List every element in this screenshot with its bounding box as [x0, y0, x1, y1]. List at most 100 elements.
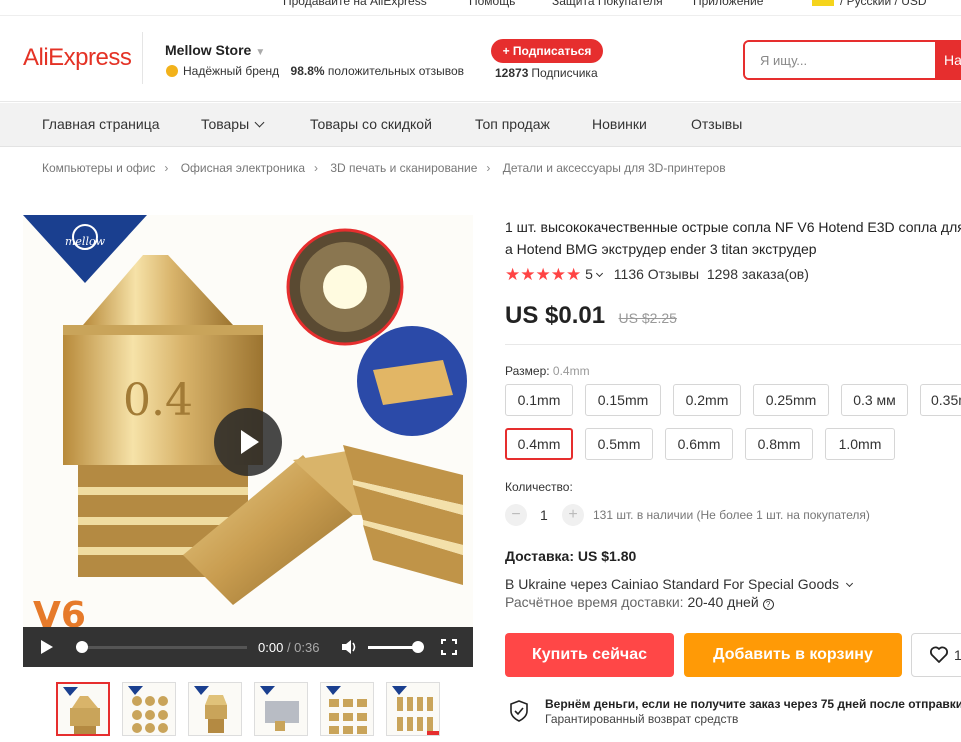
rating-stars-icon: ★★★★★	[505, 265, 582, 284]
wishlist-button[interactable]: 1	[911, 633, 961, 677]
nav-products[interactable]: Товары	[201, 116, 265, 132]
size-label: Размер: 0.4mm	[505, 364, 590, 378]
quantity-label: Количество:	[505, 480, 573, 494]
thumbnail[interactable]	[188, 682, 242, 736]
reviews-count[interactable]: 1136 Отзывы	[614, 266, 699, 282]
guarantee-subtitle: Гарантированный возврат средств	[545, 712, 739, 726]
video-controls: 0:00 / 0:36	[23, 627, 473, 667]
mellow-logo: mellow	[23, 215, 147, 283]
breadcrumb-item[interactable]: Компьютеры и офис	[42, 161, 155, 175]
delivery-estimate: Расчётное время доставки: 20-40 дней?	[505, 594, 774, 610]
quantity-value[interactable]: 1	[540, 507, 548, 523]
positive-feedback-percent: 98.8%	[290, 64, 325, 78]
divider	[505, 344, 961, 345]
product-rating: ★★★★★ 5 1136 Отзывы 1298 заказа(ов)	[505, 265, 809, 285]
size-option[interactable]: 0.25mm	[753, 384, 829, 416]
positive-feedback-label: положительных отзывов	[327, 64, 465, 78]
divider	[142, 32, 143, 84]
price-block: US $0.01 US $2.25	[505, 302, 677, 330]
chevron-down-icon[interactable]	[595, 269, 603, 278]
size-option[interactable]: 0.6mm	[665, 428, 733, 460]
breadcrumb-item[interactable]: 3D печать и сканирование	[330, 161, 477, 175]
add-to-cart-button[interactable]: Добавить в корзину	[684, 633, 902, 677]
nav-sale[interactable]: Товары со скидкой	[310, 116, 432, 132]
buyer-protection-link[interactable]: Защита Покупателя	[552, 0, 663, 8]
nav-home[interactable]: Главная страница	[42, 116, 160, 132]
store-name[interactable]: Mellow Store ▼	[165, 42, 265, 58]
help-link[interactable]: Помощь	[469, 0, 515, 8]
volume-fill	[368, 646, 418, 649]
search-box: На	[743, 40, 961, 80]
guarantee-title: Вернём деньги, если не получите заказ че…	[545, 697, 961, 711]
top-bar: Продавайте на AliExpress Помощь Защита П…	[0, 0, 961, 16]
thumbnail[interactable]	[386, 682, 440, 736]
chevron-down-icon	[254, 117, 265, 128]
play-icon[interactable]	[214, 408, 282, 476]
thumbnail[interactable]	[320, 682, 374, 736]
size-option[interactable]: 1.0mm	[825, 428, 895, 460]
locale-selector[interactable]: / Русский / USD	[840, 0, 927, 8]
store-nav: Главная страница Товары Товары со скидко…	[0, 103, 961, 147]
size-option[interactable]: 0.35mm	[920, 384, 961, 416]
svg-text:V6: V6	[33, 595, 86, 627]
shipping-method[interactable]: В Ukraine через Cainiao Standard For Spe…	[505, 576, 860, 592]
quantity-decrease-button[interactable]: −	[505, 504, 527, 526]
original-price: US $2.25	[618, 310, 677, 326]
flag-icon	[812, 0, 834, 6]
breadcrumb: Компьютеры и офис › Офисная электроника › …	[42, 161, 726, 175]
search-input[interactable]	[745, 42, 935, 78]
search-button[interactable]: На	[935, 42, 961, 78]
play-button[interactable]	[41, 640, 53, 654]
wishlist-count: 1	[954, 647, 961, 663]
fullscreen-icon[interactable]	[441, 639, 457, 655]
volume-handle[interactable]	[411, 641, 424, 653]
mellow-logo-text: mellow	[65, 235, 106, 248]
thumbnail[interactable]	[122, 682, 176, 736]
shield-check-icon	[510, 700, 528, 722]
size-option[interactable]: 0.8mm	[745, 428, 813, 460]
product-title: 1 шт. высококачественные острые сопла NF…	[505, 219, 961, 257]
size-option[interactable]: 0.3 мм	[841, 384, 908, 416]
nav-top-sales[interactable]: Топ продаж	[475, 116, 550, 132]
thumbnail[interactable]	[56, 682, 110, 736]
thumbnail[interactable]	[254, 682, 308, 736]
stock-info: 131 шт. в наличии (Не более 1 шт. на пок…	[593, 508, 870, 522]
sell-link[interactable]: Продавайте на AliExpress	[283, 0, 427, 8]
help-icon[interactable]: ?	[762, 599, 774, 610]
size-option-selected[interactable]: 0.4mm	[505, 428, 573, 460]
subscriber-count: 12873 Подписчика	[495, 66, 598, 80]
caret-down-icon: ▼	[255, 47, 266, 58]
chevron-down-icon	[845, 579, 854, 588]
time-display: 0:00 / 0:36	[258, 640, 320, 655]
product-video[interactable]: 0.4 V6 mellow 0:00 / 0:36	[23, 215, 473, 667]
nav-new[interactable]: Новинки	[592, 116, 647, 132]
size-option[interactable]: 0.15mm	[585, 384, 661, 416]
breadcrumb-separator-icon: ›	[164, 161, 169, 175]
buy-now-button[interactable]: Купить сейчас	[505, 633, 674, 677]
rating-value[interactable]: 5	[585, 266, 593, 282]
aliexpress-logo[interactable]: AliExpress	[23, 44, 132, 72]
shipping-cost: Доставка: US $1.80	[505, 548, 637, 564]
breadcrumb-item[interactable]: Детали и аксессуары для 3D-принтеров	[503, 161, 726, 175]
medal-icon	[166, 65, 178, 77]
quantity-increase-button[interactable]: +	[562, 504, 584, 526]
subscribe-button[interactable]: + Подписаться	[491, 39, 603, 63]
size-option[interactable]: 0.1mm	[505, 384, 573, 416]
breadcrumb-separator-icon: ›	[486, 161, 491, 175]
store-rating: Надёжный бренд 98.8% положительных отзыв…	[166, 64, 464, 78]
store-header: AliExpress Mellow Store ▼ Надёжный бренд …	[0, 16, 961, 102]
size-option[interactable]: 0.5mm	[585, 428, 653, 460]
trusted-brand-label: Надёжный бренд	[183, 64, 280, 78]
seek-bar[interactable]	[76, 646, 247, 649]
orders-count: 1298 заказа(ов)	[706, 266, 809, 282]
volume-icon[interactable]	[341, 639, 359, 655]
app-link[interactable]: Приложение	[693, 0, 763, 8]
seek-handle[interactable]	[76, 641, 88, 653]
breadcrumb-item[interactable]: Офисная электроника	[181, 161, 305, 175]
current-price: US $0.01	[505, 302, 606, 329]
svg-text:0.4: 0.4	[123, 375, 193, 426]
selected-size: 0.4mm	[552, 364, 590, 378]
heart-icon	[930, 646, 948, 663]
size-option[interactable]: 0.2mm	[673, 384, 741, 416]
nav-reviews[interactable]: Отзывы	[691, 116, 742, 132]
